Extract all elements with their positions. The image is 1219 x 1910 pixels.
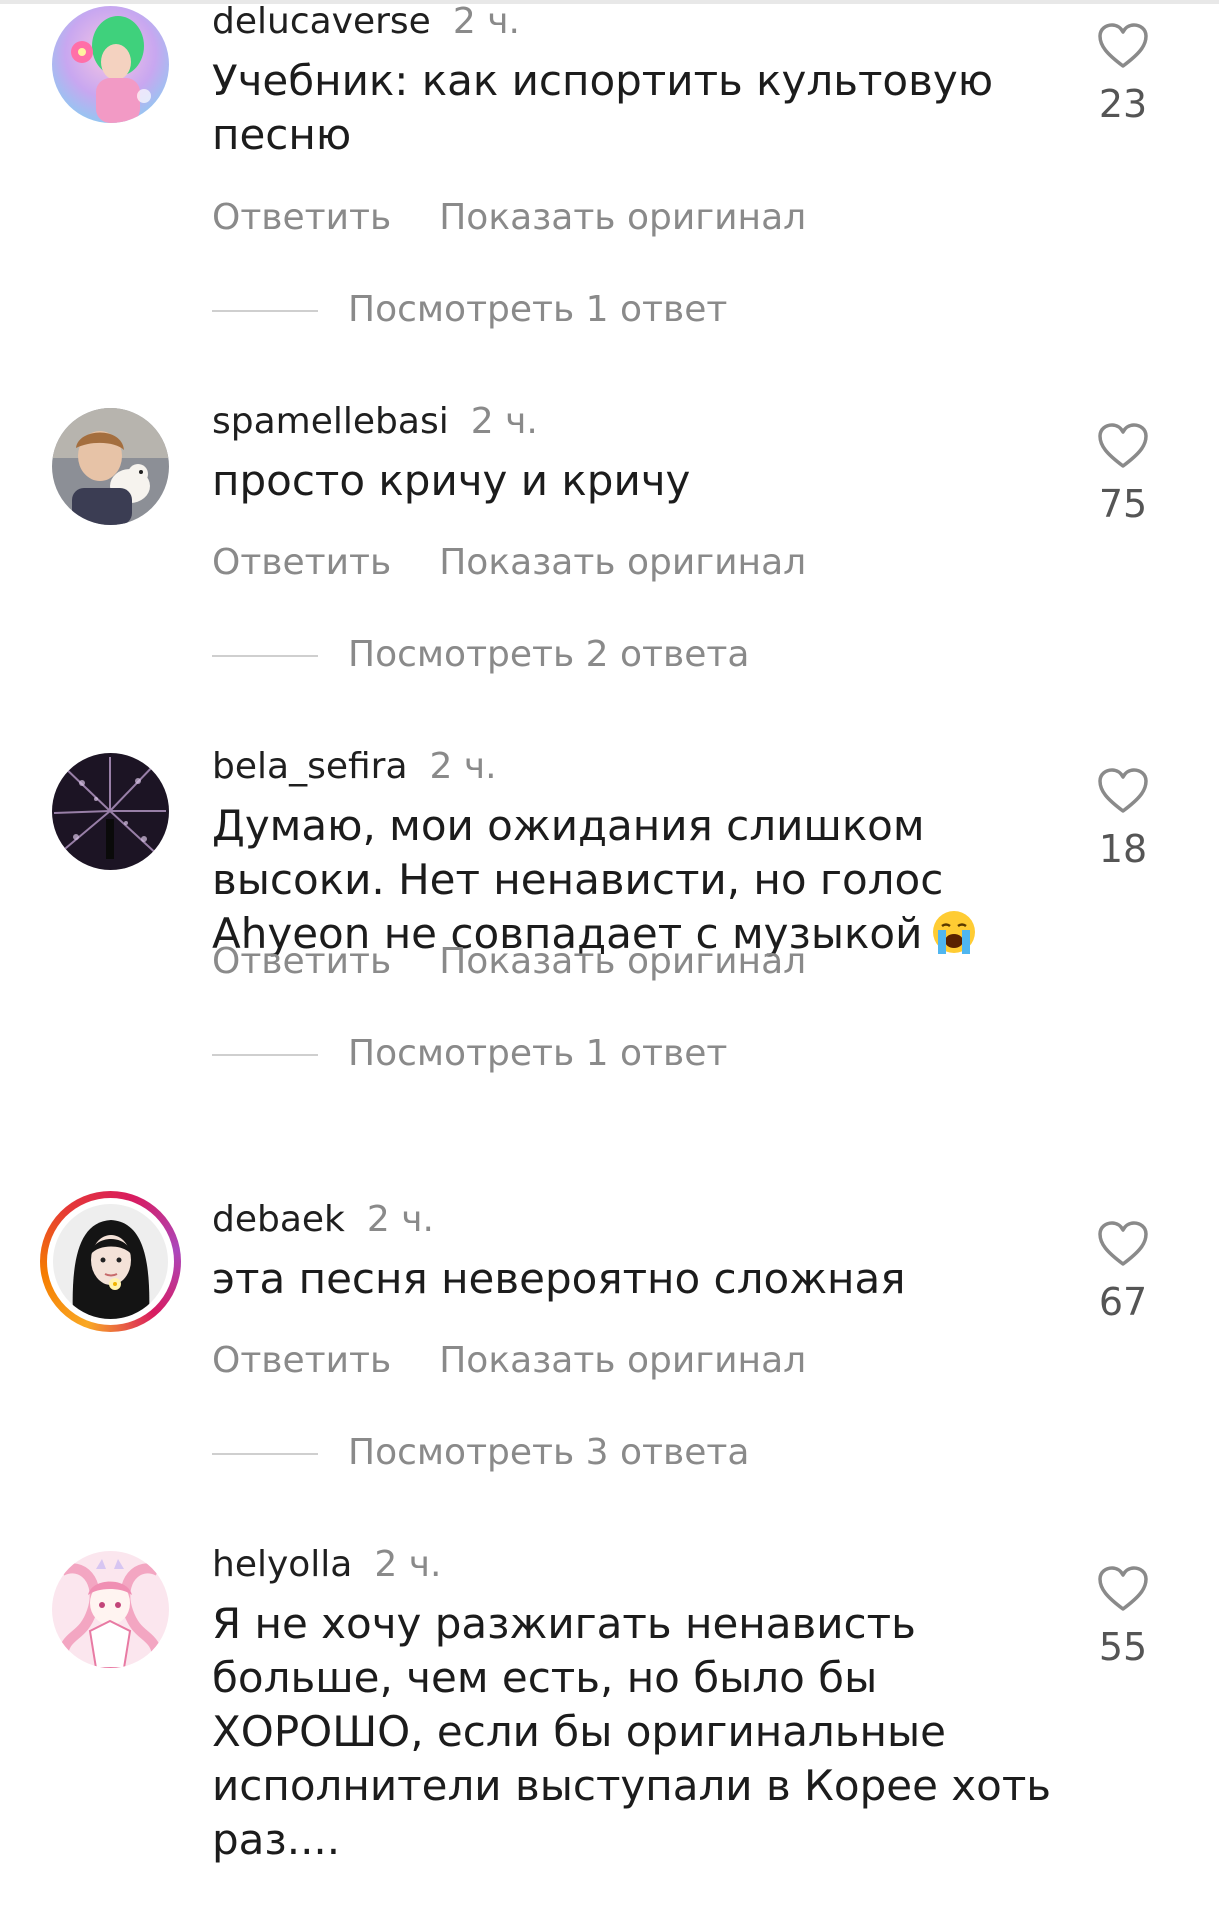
- like-control: 55: [1090, 1565, 1156, 1669]
- comment-actions: Ответить Показать оригинал: [212, 1339, 806, 1383]
- avatar: [53, 1204, 168, 1319]
- heart-outline-icon[interactable]: [1097, 1565, 1149, 1613]
- view-replies-label: Посмотреть 1 ответ: [348, 1033, 728, 1074]
- replies-divider: [212, 1054, 318, 1056]
- view-replies-button[interactable]: Посмотреть 2 ответа: [212, 633, 912, 677]
- username[interactable]: debaek: [212, 1199, 345, 1240]
- avatar[interactable]: [52, 1551, 169, 1668]
- show-original-button[interactable]: Показать оригинал: [439, 542, 806, 583]
- comment-text: эта песня невероятно сложная: [212, 1254, 906, 1303]
- timestamp: 2 ч.: [374, 1544, 442, 1585]
- comment-header: delucaverse 2 ч.: [212, 0, 520, 44]
- view-replies-label: Посмотреть 3 ответа: [348, 1432, 750, 1473]
- heart-outline-icon[interactable]: [1097, 22, 1149, 70]
- show-original-button[interactable]: Показать оригинал: [439, 197, 806, 238]
- comment-actions: Ответить Показать оригинал: [212, 541, 806, 585]
- avatar[interactable]: [52, 753, 169, 870]
- top-divider: [0, 0, 1219, 4]
- username[interactable]: helyolla: [212, 1544, 352, 1585]
- view-replies-button[interactable]: Посмотреть 1 ответ: [212, 1032, 912, 1076]
- view-replies-button[interactable]: Посмотреть 3 ответа: [212, 1431, 912, 1475]
- view-replies-label: Посмотреть 2 ответа: [348, 634, 750, 675]
- heart-outline-icon[interactable]: [1097, 1220, 1149, 1268]
- like-count: 75: [1098, 482, 1148, 526]
- view-replies-button[interactable]: Посмотреть 1 ответ: [212, 288, 912, 332]
- reply-button[interactable]: Ответить: [212, 1340, 391, 1381]
- avatar[interactable]: [52, 6, 169, 123]
- show-original-button[interactable]: Показать оригинал: [439, 1340, 806, 1381]
- timestamp: 2 ч.: [366, 1199, 434, 1240]
- comment-actions: Ответить Показать оригинал: [212, 196, 806, 240]
- username[interactable]: bela_sefira: [212, 746, 408, 787]
- comment-text: Я не хочу разжигать ненависть больше, че…: [212, 1599, 1052, 1864]
- timestamp: 2 ч.: [452, 1, 520, 42]
- username[interactable]: spamellebasi: [212, 401, 449, 442]
- comment-header: debaek 2 ч.: [212, 1198, 434, 1242]
- comment-header: helyolla 2 ч.: [212, 1543, 441, 1587]
- view-replies-label: Посмотреть 1 ответ: [348, 289, 728, 330]
- like-count: 55: [1098, 1625, 1148, 1669]
- username[interactable]: delucaverse: [212, 1, 431, 42]
- comment-text: просто кричу и кричу: [212, 456, 691, 505]
- avatar-story-ring[interactable]: [40, 1191, 181, 1332]
- replies-divider: [212, 1453, 318, 1455]
- replies-divider: [212, 655, 318, 657]
- like-control: 18: [1090, 767, 1156, 871]
- avatar[interactable]: [52, 408, 169, 525]
- comment-actions: Ответить Показать оригинал: [212, 940, 806, 984]
- comment-text: Учебник: как испортить культовую песню: [212, 56, 994, 159]
- like-count: 18: [1098, 827, 1148, 871]
- comment-text-body: Думаю, мои ожидания слишком высоки. Нет …: [212, 801, 944, 958]
- show-original-button[interactable]: Показать оригинал: [439, 941, 806, 982]
- timestamp: 2 ч.: [429, 746, 497, 787]
- like-control: 23: [1090, 22, 1156, 126]
- loudly-crying-face-icon: [933, 911, 976, 954]
- reply-button[interactable]: Ответить: [212, 941, 391, 982]
- like-control: 67: [1090, 1220, 1156, 1324]
- comment-header: spamellebasi 2 ч.: [212, 400, 538, 444]
- replies-divider: [212, 310, 318, 312]
- timestamp: 2 ч.: [470, 401, 538, 442]
- reply-button[interactable]: Ответить: [212, 542, 391, 583]
- comment-text: Думаю, мои ожидания слишком высоки. Нет …: [212, 799, 1042, 961]
- like-count: 23: [1098, 82, 1148, 126]
- heart-outline-icon[interactable]: [1097, 767, 1149, 815]
- comment-header: bela_sefira 2 ч.: [212, 745, 497, 789]
- like-control: 75: [1090, 422, 1156, 526]
- reply-button[interactable]: Ответить: [212, 197, 391, 238]
- like-count: 67: [1098, 1280, 1148, 1324]
- heart-outline-icon[interactable]: [1097, 422, 1149, 470]
